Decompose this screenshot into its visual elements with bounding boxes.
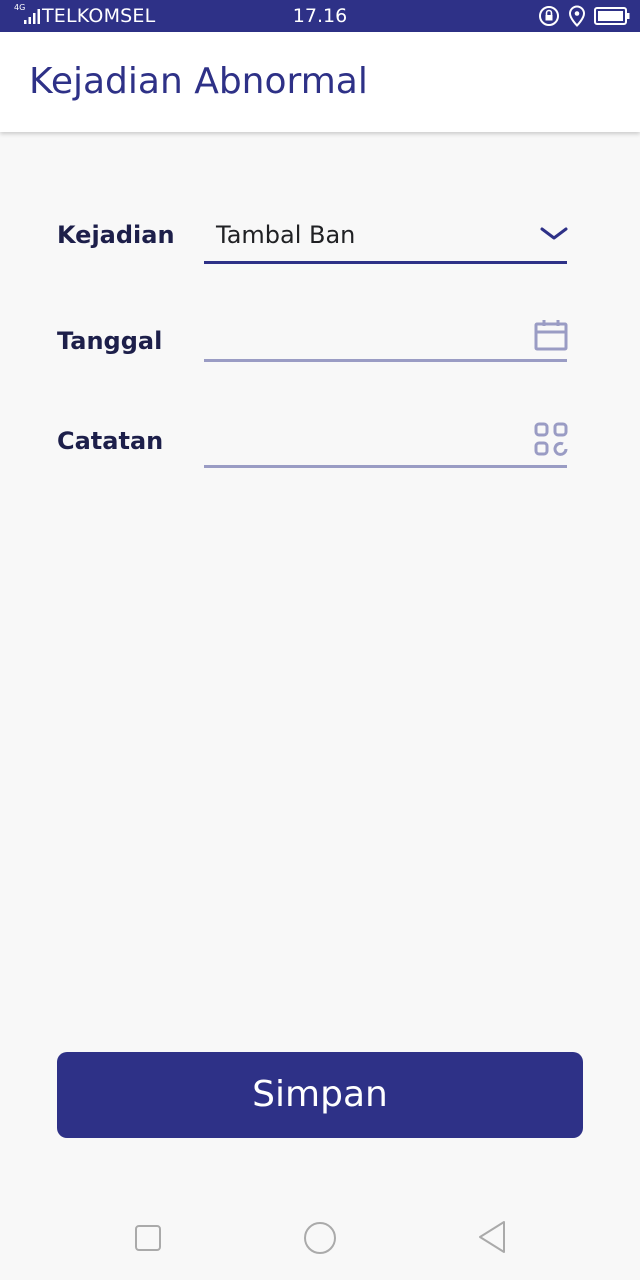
catatan-underline bbox=[204, 465, 567, 468]
battery-icon bbox=[594, 7, 630, 25]
tanggal-label: Tanggal bbox=[57, 327, 163, 355]
home-icon[interactable] bbox=[302, 1220, 338, 1256]
catatan-input[interactable] bbox=[204, 410, 568, 472]
kejadian-dropdown[interactable]: Tambal Ban bbox=[204, 205, 568, 265]
chevron-down-icon bbox=[540, 227, 568, 240]
save-button[interactable]: Simpan bbox=[57, 1052, 583, 1138]
back-icon[interactable] bbox=[476, 1220, 508, 1254]
page-title: Kejadian Abnormal bbox=[29, 61, 368, 102]
status-right bbox=[538, 5, 630, 27]
catatan-label: Catatan bbox=[57, 427, 164, 455]
recents-icon[interactable] bbox=[134, 1224, 162, 1252]
rotation-lock-icon bbox=[539, 6, 559, 26]
status-bar: 4G TELKOMSEL 17.16 bbox=[0, 0, 640, 32]
location-icon bbox=[568, 5, 586, 27]
kejadian-label: Kejadian bbox=[57, 221, 175, 249]
kejadian-underline bbox=[204, 261, 567, 264]
app-bar: Kejadian Abnormal bbox=[0, 32, 640, 132]
calendar-icon[interactable] bbox=[534, 319, 568, 351]
tanggal-underline bbox=[204, 359, 567, 362]
grid-icon[interactable] bbox=[534, 422, 568, 456]
kejadian-value: Tambal Ban bbox=[216, 221, 356, 249]
tanggal-input[interactable] bbox=[204, 305, 568, 365]
